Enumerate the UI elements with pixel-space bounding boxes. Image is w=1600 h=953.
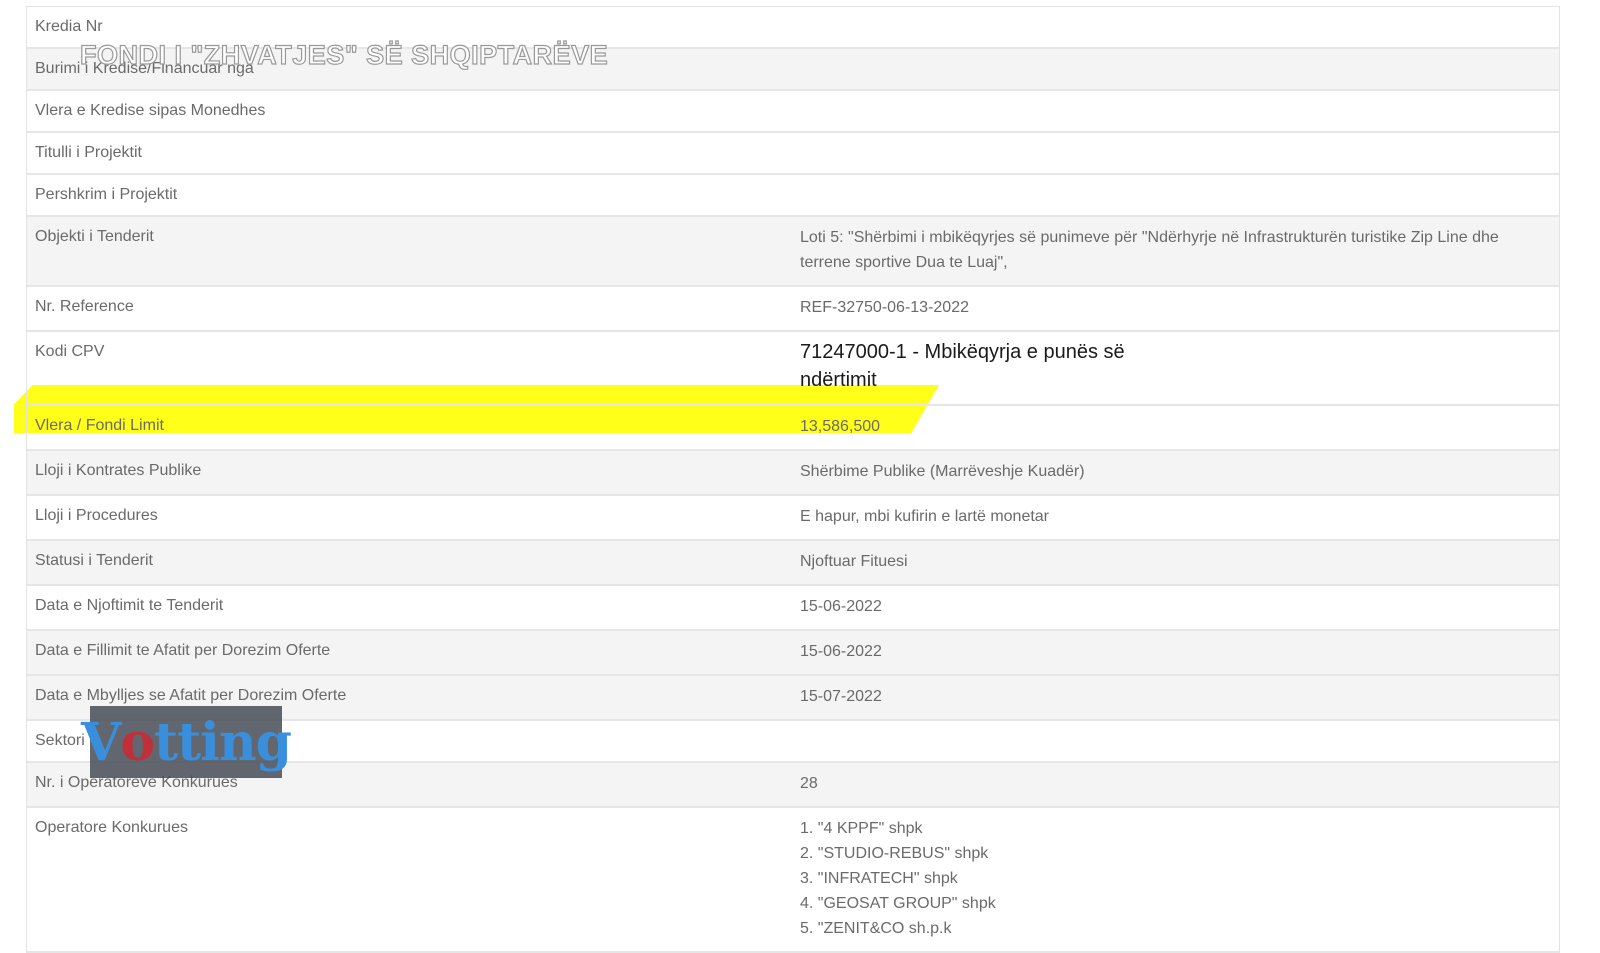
row-label: Lloji i Kontrates Publike bbox=[35, 462, 202, 479]
operator-item: 2. "STUDIO-REBUS" shpk bbox=[800, 845, 989, 862]
row-value: 15-07-2022 bbox=[800, 688, 882, 705]
row-value: REF-32750-06-13-2022 bbox=[800, 299, 969, 316]
table-row: Kodi CPV 71247000-1 - Mbikëqyrja e punës … bbox=[27, 332, 1559, 406]
table-row: Nr. Reference REF-32750-06-13-2022 bbox=[27, 287, 1559, 332]
row-value: 13,586,500 bbox=[800, 418, 881, 435]
row-label: Objekti i Tenderit bbox=[35, 228, 154, 245]
row-label: Data e Njoftimit te Tenderit bbox=[35, 597, 224, 614]
overlay-title: FONDI I "ZHVATJES" SË SHQIPTARËVE bbox=[79, 39, 609, 70]
row-label: Nr. Reference bbox=[35, 298, 134, 315]
table-row: Pershkrim i Projektit bbox=[27, 175, 1559, 217]
row-label: Statusi i Tenderit bbox=[35, 552, 153, 569]
row-value bbox=[792, 173, 1559, 215]
logo-text: tting bbox=[154, 711, 292, 773]
row-label: Vlera e Kredise sipas Monedhes bbox=[35, 102, 266, 119]
table-row: Lloji i Kontrates Publike Shërbime Publik… bbox=[27, 451, 1559, 496]
row-value bbox=[792, 89, 1559, 131]
row-label: Operatore Konkurues bbox=[35, 819, 188, 836]
operator-item: 4. "GEOSAT GROUP" shpk bbox=[800, 895, 996, 912]
operator-item: 3. "INFRATECH" shpk bbox=[800, 870, 958, 887]
table-row: Statusi i Tenderit Njoftuar Fituesi bbox=[27, 541, 1559, 586]
operators-list: 1. "4 KPPF" shpk 2. "STUDIO-REBUS" shpk … bbox=[792, 806, 1559, 951]
table-row-highlighted: Vlera / Fondi Limit 13,586,500 bbox=[27, 406, 1559, 451]
row-label: Kodi CPV bbox=[35, 343, 105, 360]
votting-logo: Vo tting bbox=[81, 706, 292, 778]
table-row: Data e Fillimit te Afatit per Dorezim Of… bbox=[27, 631, 1559, 676]
row-label: Vlera / Fondi Limit bbox=[35, 417, 164, 434]
table-row: Lloji i Procedures E hapur, mbi kufirin e… bbox=[27, 496, 1559, 541]
row-label: Titulli i Projektit bbox=[35, 144, 142, 161]
logo-letter: V bbox=[81, 711, 121, 773]
row-value: E hapur, mbi kufirin e lartë monetar bbox=[800, 508, 1050, 525]
row-value: 15-06-2022 bbox=[800, 643, 882, 660]
table-row: Titulli i Projektit bbox=[27, 133, 1559, 175]
row-label: Pershkrim i Projektit bbox=[35, 186, 178, 203]
table-row: Data e Njoftimit te Tenderit 15-06-2022 bbox=[27, 586, 1559, 631]
row-value bbox=[792, 719, 1559, 761]
row-value: Njoftuar Fituesi bbox=[800, 553, 908, 570]
operator-item: 1. "4 KPPF" shpk bbox=[800, 820, 923, 837]
row-value bbox=[792, 131, 1559, 173]
tender-details-table: Kredia Nr Burimi i Kredise/Financuar nga… bbox=[26, 6, 1560, 953]
table-row: Objekti i Tenderit Loti 5: "Shërbimi i mb… bbox=[27, 217, 1559, 287]
row-value bbox=[792, 47, 1559, 89]
row-label: Lloji i Procedures bbox=[35, 507, 158, 524]
row-value: 15-06-2022 bbox=[800, 598, 882, 615]
row-value: 71247000-1 - Mbikëqyrja e punës së ndërt… bbox=[800, 341, 1125, 391]
row-label: Data e Fillimit te Afatit per Dorezim Of… bbox=[35, 642, 331, 659]
table-row: Vlera e Kredise sipas Monedhes bbox=[27, 91, 1559, 133]
row-value bbox=[792, 5, 1559, 47]
operator-item: 5. "ZENIT&CO sh.p.k bbox=[800, 920, 952, 937]
fingerprint-icon: o bbox=[120, 711, 155, 773]
table-row: Operatore Konkurues 1. "4 KPPF" shpk 2. … bbox=[27, 808, 1559, 953]
row-value: Loti 5: "Shërbimi i mbikëqyrjes së punim… bbox=[800, 229, 1499, 271]
row-value: Shërbime Publike (Marrëveshje Kuadër) bbox=[800, 463, 1085, 480]
row-value: 28 bbox=[800, 775, 818, 792]
